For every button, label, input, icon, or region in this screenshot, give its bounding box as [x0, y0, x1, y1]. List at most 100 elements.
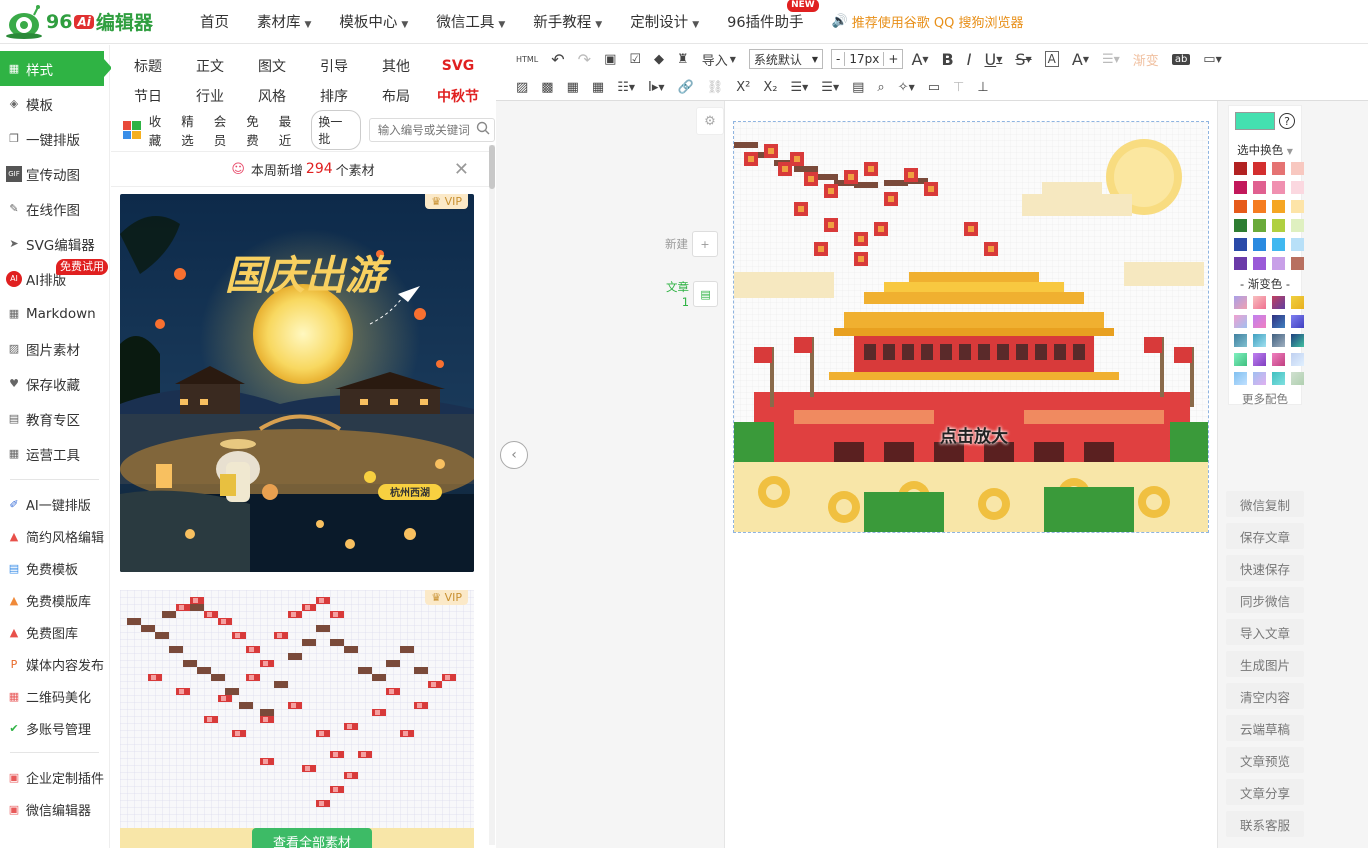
font-family-select[interactable]: 系统默认 ▼: [748, 49, 824, 69]
action-button-5[interactable]: 生成图片: [1226, 651, 1304, 677]
comment-icon[interactable]: ▭: [928, 80, 940, 95]
strikethrough-icon[interactable]: S ▼: [1015, 50, 1031, 69]
color-swatch[interactable]: [1272, 257, 1285, 270]
eraser-icon[interactable]: ◆: [654, 52, 664, 67]
color-swatch[interactable]: [1253, 200, 1266, 213]
help-icon[interactable]: ?: [1279, 113, 1295, 129]
nav-item-2[interactable]: 模板中心 ▼: [339, 11, 408, 32]
gradient-swatch[interactable]: [1253, 315, 1266, 328]
search-input[interactable]: [377, 123, 482, 137]
gradient-swatch[interactable]: [1272, 372, 1285, 385]
gradient-swatch[interactable]: [1253, 372, 1266, 385]
sidebar-tool-0[interactable]: ✐ AI一键排版: [0, 488, 109, 520]
sidebar-item-9[interactable]: ♥ 保存收藏: [0, 366, 109, 401]
nav-item-0[interactable]: 首页: [200, 11, 229, 32]
color-swatch[interactable]: [1272, 219, 1285, 232]
redo-icon[interactable]: ↷: [578, 50, 591, 69]
superscript-icon[interactable]: X²: [736, 80, 750, 95]
sidebar-item-8[interactable]: ▨ 图片素材: [0, 331, 109, 366]
filter-2[interactable]: 会员: [214, 111, 239, 149]
move-down-icon[interactable]: ⊥: [977, 80, 988, 95]
category-tab-10[interactable]: 布局: [365, 81, 427, 111]
gradient-swatch[interactable]: [1234, 334, 1247, 347]
filter-4[interactable]: 最近: [279, 111, 304, 149]
color-swatch[interactable]: [1253, 162, 1266, 175]
gradient-swatch[interactable]: [1234, 372, 1247, 385]
more-colors-link[interactable]: 更多配色: [1229, 391, 1301, 407]
sidebar-tool-3[interactable]: ▲ 免费模版库: [0, 584, 109, 616]
checkbox-icon[interactable]: ☑: [629, 52, 641, 67]
template-card-national-day[interactable]: ♛ VIP 国庆出游 杭州西湖: [120, 194, 474, 572]
color-swatch[interactable]: [1234, 238, 1247, 251]
gradient-swatch[interactable]: [1272, 353, 1285, 366]
search-icon[interactable]: [476, 121, 490, 138]
action-button-1[interactable]: 保存文章: [1226, 523, 1304, 549]
font-color-icon[interactable]: A ▼: [911, 50, 928, 69]
border-text-icon[interactable]: A: [1044, 51, 1059, 67]
frame-icon[interactable]: ▭ ▼: [1203, 52, 1221, 67]
color-swatch[interactable]: [1291, 219, 1304, 232]
action-button-6[interactable]: 清空内容: [1226, 683, 1304, 709]
gradient-button[interactable]: 渐变: [1133, 50, 1159, 69]
action-button-0[interactable]: 微信复制: [1226, 491, 1304, 517]
gradient-swatch[interactable]: [1234, 296, 1247, 309]
filter-1[interactable]: 精选: [181, 111, 206, 149]
pixel-tiananmen-artwork[interactable]: 点击放大: [733, 121, 1209, 533]
color-swatch[interactable]: [1234, 200, 1247, 213]
category-tab-3[interactable]: 引导: [303, 51, 365, 81]
nav-item-4[interactable]: 新手教程 ▼: [533, 11, 602, 32]
collapse-panel-button[interactable]: ‹: [500, 441, 528, 469]
color-swatch[interactable]: [1291, 257, 1304, 270]
sidebar-item-11[interactable]: ▦ 运营工具: [0, 436, 109, 471]
find-replace-icon[interactable]: ⌕: [877, 80, 884, 95]
clear-format-icon[interactable]: A ▼: [1072, 50, 1089, 69]
color-swatch[interactable]: [1272, 181, 1285, 194]
nav-item-3[interactable]: 微信工具 ▼: [436, 11, 505, 32]
view-all-materials-button[interactable]: 查看全部素材: [252, 828, 372, 848]
nav-item-1[interactable]: 素材库 ▼: [257, 11, 311, 32]
gradient-swatch[interactable]: [1291, 372, 1304, 385]
ordered-list-icon[interactable]: ☰ ▼: [790, 80, 808, 95]
gradient-swatch[interactable]: [1253, 353, 1266, 366]
sidebar-item-4[interactable]: ✎ 在线作图: [0, 191, 109, 226]
gradient-swatch[interactable]: [1272, 296, 1285, 309]
nav-item-5[interactable]: 定制设计 ▼: [630, 11, 699, 32]
font-size-stepper[interactable]: - 17px +: [831, 49, 904, 69]
close-icon[interactable]: ✕: [454, 159, 469, 180]
color-swatch[interactable]: [1253, 181, 1266, 194]
bold-icon[interactable]: B: [942, 50, 954, 69]
nav-item-6[interactable]: 96插件助手 NEW: [727, 0, 819, 32]
color-swatch[interactable]: [1291, 200, 1304, 213]
sidebar-tool-4[interactable]: ▲ 免费图库: [0, 616, 109, 648]
logo[interactable]: 96 Ai 编辑器: [4, 2, 174, 42]
sidebar-item-7[interactable]: ▦ Markdown: [0, 296, 109, 331]
gradient-swatch[interactable]: [1272, 334, 1285, 347]
gradient-swatch[interactable]: [1253, 296, 1266, 309]
background-icon[interactable]: ▦: [567, 80, 579, 95]
category-tab-2[interactable]: 图文: [241, 51, 303, 81]
filter-0[interactable]: 收藏: [149, 111, 174, 149]
sidebar-item-10[interactable]: ▤ 教育专区: [0, 401, 109, 436]
font-size-increase-button[interactable]: +: [883, 52, 902, 66]
sidebar-item-3[interactable]: GIF 宣传动图: [0, 156, 109, 191]
unlink-icon[interactable]: ⛓: [707, 80, 724, 95]
color-grid-icon[interactable]: [123, 121, 141, 139]
import-menu[interactable]: 导入 ▼: [702, 50, 736, 69]
action-button-9[interactable]: 文章分享: [1226, 779, 1304, 805]
sidebar-item-5[interactable]: ➤ SVG编辑器: [0, 226, 109, 261]
font-size-decrease-button[interactable]: -: [832, 52, 846, 66]
sidebar-tool-1[interactable]: ▲ 简约风格编辑: [0, 520, 109, 552]
color-swatch[interactable]: [1234, 219, 1247, 232]
italic-icon[interactable]: I: [967, 50, 972, 69]
gradient-swatch[interactable]: [1291, 296, 1304, 309]
gradient-swatch[interactable]: [1234, 315, 1247, 328]
current-color-swatch[interactable]: [1235, 112, 1275, 130]
underline-icon[interactable]: U ▼: [984, 50, 1002, 69]
action-button-3[interactable]: 同步微信: [1226, 587, 1304, 613]
color-swatch[interactable]: [1272, 238, 1285, 251]
gradient-swatch[interactable]: [1253, 334, 1266, 347]
sidebar-tool-7[interactable]: ✔ 多账号管理: [0, 712, 109, 744]
article-tab-1[interactable]: 文章1 ▤: [660, 269, 718, 319]
subscript-icon[interactable]: X₂: [763, 80, 777, 95]
gradient-swatch[interactable]: [1234, 353, 1247, 366]
